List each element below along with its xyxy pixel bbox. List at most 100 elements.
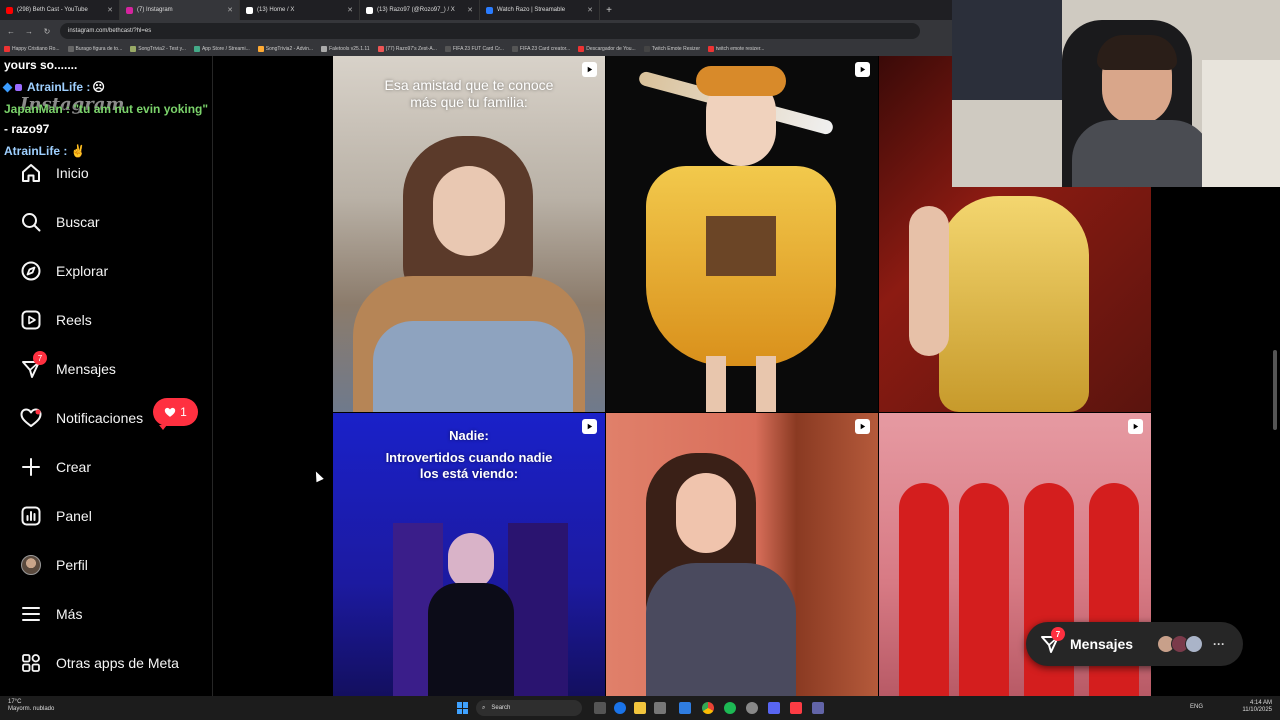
sidebar-item-explorar[interactable]: Explorar	[20, 259, 108, 283]
dress-shape	[959, 483, 1009, 696]
spotify-icon[interactable]	[724, 702, 736, 714]
sidebar-item-label: Perfil	[56, 557, 88, 573]
messages-badge: 7	[1051, 627, 1065, 641]
close-icon[interactable]: ✕	[467, 6, 473, 14]
reload-icon[interactable]: ↻	[42, 27, 52, 36]
tab-x-razo[interactable]: (13) Razo97 (@Rozo97_) / X ✕	[360, 0, 480, 20]
tab-x-home[interactable]: (13) Home / X ✕	[240, 0, 360, 20]
notification-popup[interactable]: 1	[153, 398, 198, 430]
music-icon[interactable]	[790, 702, 802, 714]
more-icon: ···	[1213, 637, 1226, 651]
file-explorer-icon[interactable]	[634, 702, 646, 714]
store-icon[interactable]	[654, 702, 666, 714]
close-icon[interactable]: ✕	[227, 6, 233, 14]
bookmark-item[interactable]: twitch emote resizer...	[708, 46, 764, 52]
sidebar-item-mas[interactable]: Más	[20, 602, 82, 626]
bookmark-item[interactable]: FIFA 23 FUT Card Cr...	[444, 46, 504, 52]
tab-youtube[interactable]: (298) Beth Cast - YouTube ✕	[0, 0, 120, 20]
top-shape	[646, 563, 796, 696]
mail-icon[interactable]	[679, 702, 691, 714]
back-icon[interactable]: ←	[6, 27, 16, 36]
bookmark-icon	[257, 46, 264, 52]
bookmark-icon	[578, 46, 585, 52]
sidebar-item-label: Notificaciones	[56, 410, 144, 426]
close-icon[interactable]: ✕	[347, 6, 353, 14]
scrollbar-thumb[interactable]	[1273, 350, 1277, 430]
chrome-icon[interactable]	[702, 702, 714, 714]
clock[interactable]: 4:14 AM 11/10/2025	[1242, 700, 1272, 714]
sidebar-item-perfil[interactable]: Perfil	[20, 553, 88, 577]
bookmark-item[interactable]: App Store / Streami...	[193, 46, 250, 52]
emote-icon: ☹	[92, 80, 105, 94]
reel-caption-title: Nadie:	[449, 428, 489, 443]
bookmark-icon	[321, 46, 328, 52]
teams-icon[interactable]	[812, 702, 824, 714]
bookmark-item[interactable]: Happy Cristiano Ro...	[4, 46, 60, 52]
reel-tile-4[interactable]: Nadie: Introvertidos cuando nadie los est…	[333, 413, 605, 696]
stream-chat-overlay: Instagram yours so....... AtrainLife : ☹…	[0, 56, 213, 164]
bookmark-item[interactable]: Faletools v25.1.11	[321, 46, 370, 52]
reel-caption: Introvertidos cuando nadie los está viend…	[385, 450, 553, 481]
taskbar-search[interactable]: ⌕ Search	[476, 700, 582, 716]
page-scrollbar[interactable]	[1272, 187, 1280, 696]
bookmark-item[interactable]: Descargador de You...	[578, 46, 636, 52]
webcam-overlay	[952, 0, 1280, 187]
obs-icon[interactable]	[746, 702, 758, 714]
messages-label: Mensajes	[1070, 636, 1134, 652]
reel-tile-5[interactable]	[606, 413, 878, 696]
reels-icon	[582, 419, 597, 434]
sidebar-item-crear[interactable]: Crear	[20, 455, 91, 479]
sidebar-item-label: Más	[56, 606, 83, 622]
windows-start-icon[interactable]	[457, 702, 469, 714]
sidebar-item-inicio[interactable]: Inicio	[20, 161, 89, 185]
home-icon	[20, 162, 42, 184]
url-text: instagram.com/bethcast/?hl=es	[68, 28, 152, 34]
avatar	[20, 554, 42, 576]
task-view-icon[interactable]	[594, 702, 606, 714]
messages-badge: 7	[33, 351, 47, 365]
language-indicator[interactable]: ENG	[1190, 704, 1203, 710]
sidebar-item-buscar[interactable]: Buscar	[20, 210, 100, 234]
chat-line: AtrainLife : ☹	[2, 80, 105, 94]
bookmark-item[interactable]: (77) Razo97's Zest-A...	[377, 46, 437, 52]
compass-icon	[20, 260, 42, 282]
bandana-shape	[696, 66, 786, 96]
sidebar-item-panel[interactable]: Panel	[20, 504, 92, 528]
messages-floating-button[interactable]: 7 Mensajes ···	[1026, 622, 1243, 666]
reels-icon	[20, 309, 42, 331]
x-icon	[366, 6, 373, 14]
bookmark-item[interactable]: SongTrivia2 - Test y...	[130, 46, 186, 52]
weather-widget[interactable]: 17°C Mayorm. nublado	[8, 699, 54, 713]
sidebar-item-meta-apps[interactable]: Otras apps de Meta	[20, 651, 179, 675]
bookmark-item[interactable]: FIFA 23 Card creator...	[511, 46, 570, 52]
close-icon[interactable]: ✕	[107, 6, 113, 14]
tab-instagram[interactable]: (7) Instagram ✕	[120, 0, 240, 20]
bookmark-icon	[193, 46, 200, 52]
tab-streamable[interactable]: Watch Razo | Streamable ✕	[480, 0, 600, 20]
sidebar-item-reels[interactable]: Reels	[20, 308, 92, 332]
close-icon[interactable]: ✕	[587, 6, 593, 14]
chat-line: yours so.......	[4, 58, 78, 72]
bookmark-icon	[708, 46, 715, 52]
dress-shape	[939, 196, 1089, 412]
reel-tile-1[interactable]: Esa amistad que te conoce más que tu fami…	[333, 56, 605, 412]
bookmark-item[interactable]: Twitch Emote Resizer	[643, 46, 700, 52]
discord-icon[interactable]	[768, 702, 780, 714]
reel-tile-2[interactable]	[606, 56, 878, 412]
door-shape	[508, 523, 568, 696]
cursor-icon	[312, 469, 324, 483]
sidebar-item-label: Otras apps de Meta	[56, 655, 179, 671]
face-shape	[433, 166, 505, 256]
bookmark-item[interactable]: Burago figura de to...	[67, 46, 122, 52]
new-tab-button[interactable]: +	[600, 5, 618, 16]
sidebar-item-mensajes[interactable]: 7 Mensajes	[20, 351, 116, 381]
sidebar-item-label: Panel	[56, 508, 92, 524]
sidebar-item-notificaciones[interactable]: Notificaciones	[20, 406, 143, 430]
avatar	[1185, 635, 1204, 653]
forward-icon[interactable]: →	[24, 27, 34, 36]
url-input[interactable]: instagram.com/bethcast/?hl=es	[60, 23, 920, 39]
sidebar-item-label: Mensajes	[56, 361, 116, 377]
bookmark-item[interactable]: SongTrivia2 - Advin...	[257, 46, 313, 52]
edge-icon[interactable]	[614, 702, 626, 714]
sidebar-item-label: Reels	[56, 312, 92, 328]
